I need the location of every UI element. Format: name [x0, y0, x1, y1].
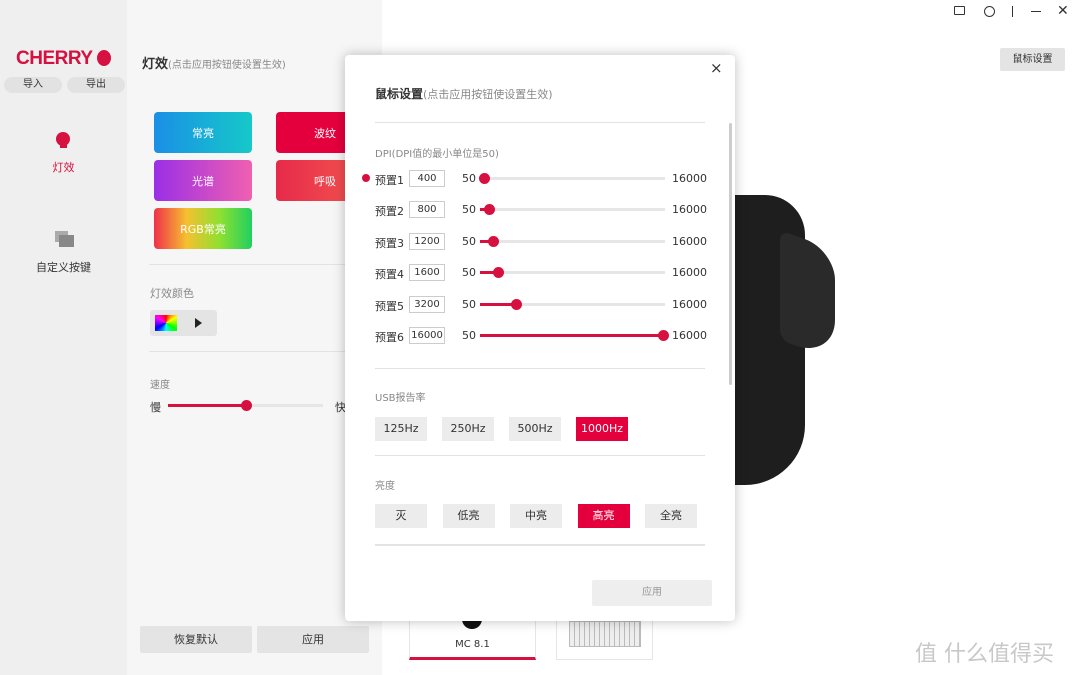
- lighting-panel: 灯效(点击应用按钮使设置生效) 常亮 波纹 光谱 呼吸 RGB常亮 灯效颜色 速…: [127, 0, 382, 675]
- color-label: 灯效颜色: [150, 287, 194, 300]
- nav-label: 灯效: [52, 161, 75, 174]
- brightness-option[interactable]: 低亮: [442, 504, 495, 528]
- dpi-label: DPI(DPI值的最小单位是50): [375, 149, 499, 160]
- divider: [375, 368, 705, 369]
- dpi-max: 16000: [672, 329, 707, 342]
- export-button[interactable]: 导出: [67, 77, 125, 93]
- dpi-input[interactable]: 3200: [409, 295, 445, 313]
- dpi-preset-row: 预置4 1600 50 16000: [360, 263, 710, 283]
- active-preset-indicator: [362, 174, 370, 182]
- usb-rate-option[interactable]: 500Hz: [509, 417, 561, 441]
- mouse-settings-button[interactable]: 鼠标设置: [1000, 48, 1065, 71]
- dpi-input[interactable]: 16000: [409, 327, 445, 344]
- dpi-min: 50: [462, 172, 476, 185]
- reset-button[interactable]: 恢复默认: [140, 626, 252, 653]
- separator: [1012, 6, 1013, 17]
- dpi-min: 50: [462, 266, 476, 280]
- brightness-option[interactable]: 中亮: [510, 504, 562, 528]
- close-icon[interactable]: ✕: [1057, 3, 1069, 19]
- dpi-max: 16000: [672, 203, 707, 217]
- usb-rate-option[interactable]: 1000Hz: [576, 417, 628, 441]
- speed-label: 速度: [150, 380, 170, 391]
- dpi-min: 50: [462, 297, 476, 311]
- nav-item-custom-keys[interactable]: 自定义按键: [0, 228, 127, 278]
- slow-label: 慢: [150, 401, 161, 414]
- dpi-max: 16000: [672, 297, 707, 311]
- preset-label: 预置1: [375, 174, 404, 187]
- dialog-apply-button[interactable]: 应用: [592, 580, 712, 606]
- import-button[interactable]: 导入: [4, 77, 62, 93]
- cherry-icon: [97, 50, 111, 66]
- nav-label: 自定义按键: [36, 261, 91, 274]
- brightness-option[interactable]: 高亮: [577, 504, 630, 528]
- dpi-input[interactable]: 400: [409, 170, 445, 187]
- effect-spectrum[interactable]: 光谱: [154, 160, 252, 201]
- scrollbar[interactable]: [729, 123, 732, 385]
- effect-static[interactable]: 常亮: [154, 112, 252, 153]
- close-icon[interactable]: ×: [710, 59, 723, 77]
- dpi-input[interactable]: 1200: [409, 232, 445, 250]
- preset-label: 预置2: [375, 205, 404, 219]
- dpi-max: 16000: [672, 266, 707, 280]
- watermark: 值 什么值得买: [915, 642, 1054, 667]
- brightness-option[interactable]: 灭: [375, 504, 427, 528]
- dpi-preset-row: 预置2 800 50 16000: [360, 200, 710, 220]
- mouse-settings-dialog: × 鼠标设置(点击应用按钮使设置生效) DPI(DPI值的最小单位是50) 预置…: [345, 55, 735, 621]
- layers-icon-front: [59, 235, 74, 247]
- dpi-min: 50: [462, 329, 476, 342]
- dpi-preset-row: 预置1 400 50 16000: [360, 169, 710, 189]
- dpi-input[interactable]: 1600: [409, 264, 445, 282]
- color-picker[interactable]: [150, 310, 217, 336]
- panel-title: 灯效(点击应用按钮使设置生效): [142, 57, 286, 72]
- usb-rate-option[interactable]: 250Hz: [442, 417, 494, 441]
- dpi-preset-row: 预置3 1200 50 16000: [360, 232, 710, 252]
- apply-button[interactable]: 应用: [257, 626, 369, 653]
- divider: [375, 455, 705, 456]
- cherry-logo: CHERRY: [16, 48, 93, 69]
- dpi-slider-thumb[interactable]: [658, 330, 669, 341]
- target-icon[interactable]: [984, 6, 995, 17]
- dpi-max: 16000: [672, 172, 707, 185]
- usb-label: USB报告率: [375, 393, 426, 404]
- effect-rgb-static[interactable]: RGB常亮: [154, 208, 252, 249]
- dpi-slider-thumb[interactable]: [479, 173, 491, 184]
- lightbulb-base: [60, 144, 67, 148]
- color-swatch: [155, 315, 177, 331]
- mouse-thumb-rest: [780, 229, 835, 361]
- dpi-preset-row: 预置5 3200 50 16000: [360, 295, 710, 315]
- brightness-label: 亮度: [375, 481, 395, 492]
- dpi-min: 50: [462, 234, 476, 248]
- usb-rate-option[interactable]: 125Hz: [375, 417, 427, 441]
- dpi-input[interactable]: 800: [409, 201, 445, 219]
- dialog-title: 鼠标设置(点击应用按钮使设置生效): [375, 87, 553, 101]
- dpi-max: 16000: [672, 234, 707, 248]
- keyboard-thumbnail: [569, 621, 641, 647]
- device-label: MC 8.1: [455, 639, 490, 650]
- brightness-option[interactable]: 全亮: [645, 504, 697, 528]
- preset-label: 预置6: [375, 331, 404, 344]
- preset-label: 预置3: [375, 236, 404, 250]
- speed-slider-thumb[interactable]: [240, 400, 252, 411]
- minimize-icon[interactable]: [1031, 11, 1041, 12]
- dpi-slider-thumb[interactable]: [483, 204, 495, 216]
- dpi-min: 50: [462, 203, 476, 217]
- divider: [375, 544, 705, 546]
- dpi-slider-thumb[interactable]: [488, 235, 500, 247]
- preset-label: 预置5: [375, 299, 404, 313]
- sidebar: CHERRY 导入 导出 灯效 自定义按键: [0, 0, 127, 675]
- dpi-slider-thumb[interactable]: [511, 298, 523, 310]
- feedback-icon[interactable]: [954, 6, 965, 15]
- play-icon: [195, 318, 202, 328]
- preset-label: 预置4: [375, 268, 404, 282]
- divider: [375, 122, 705, 123]
- nav-item-lighting[interactable]: 灯效: [0, 125, 127, 175]
- dpi-preset-row: 预置6 16000 50 16000: [360, 326, 710, 346]
- dpi-slider-thumb[interactable]: [492, 267, 504, 279]
